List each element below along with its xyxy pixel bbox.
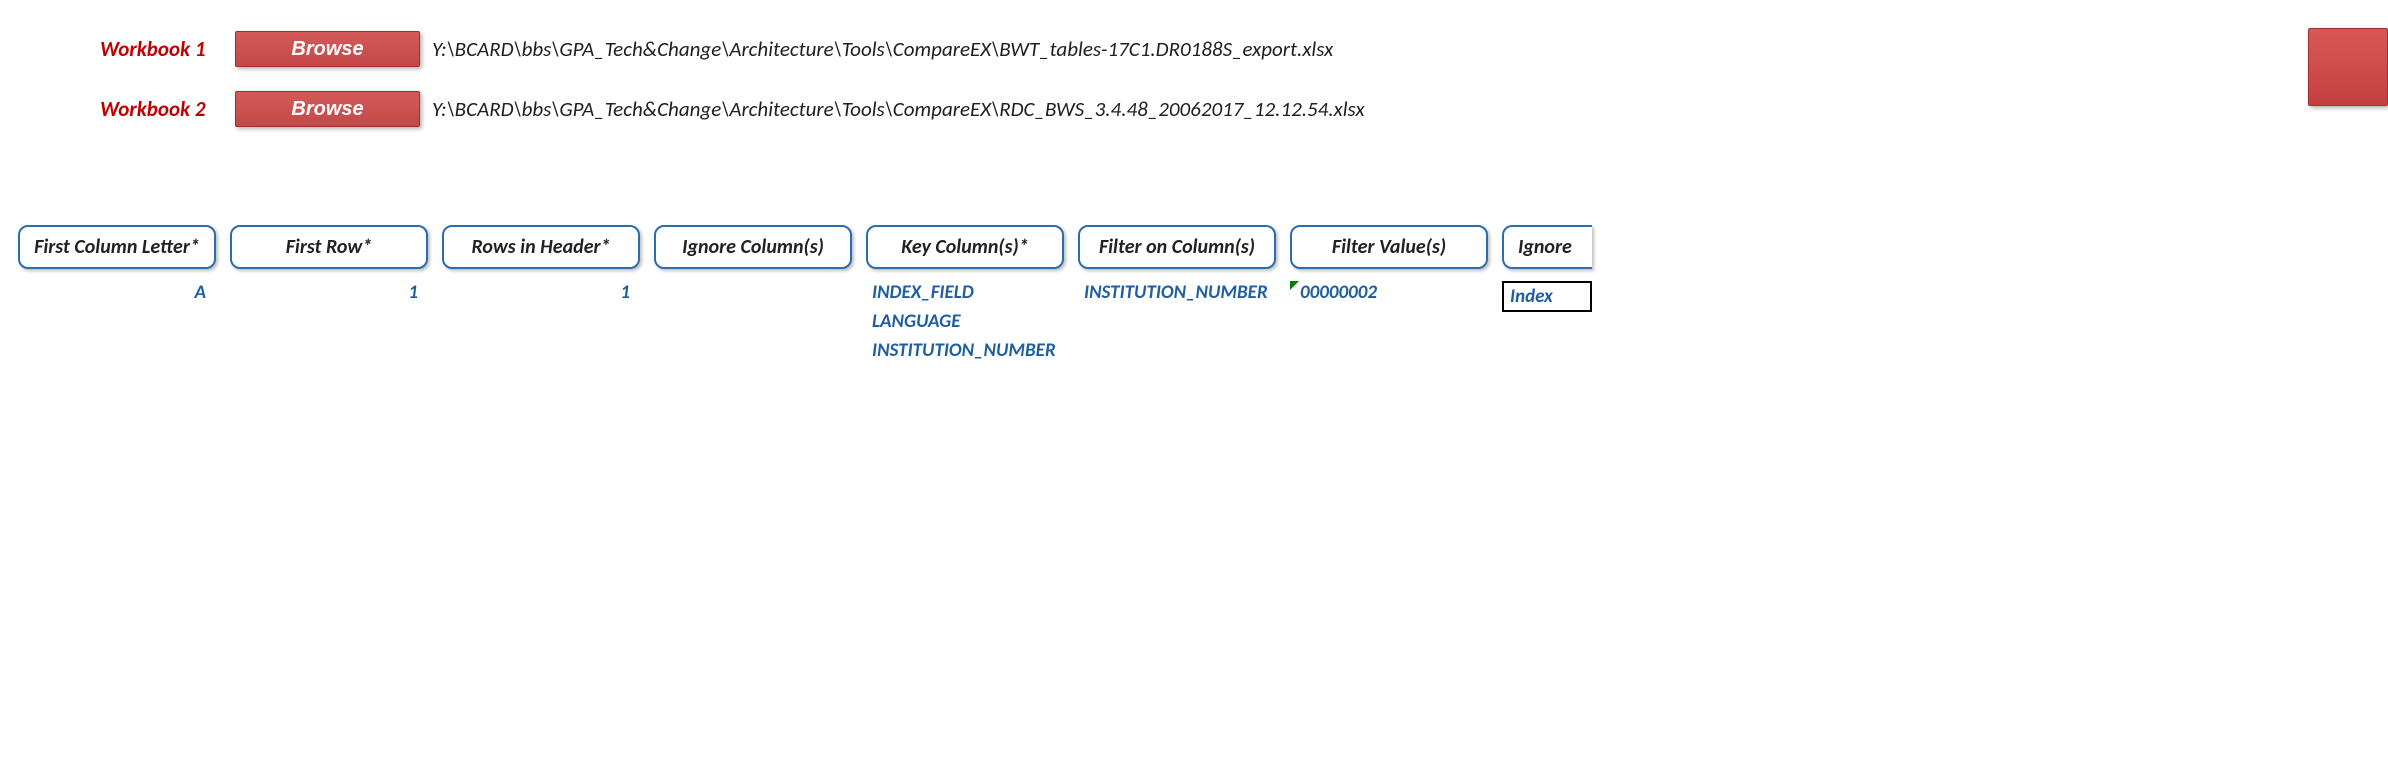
column-key-columns: Key Column(s)* INDEX_FIELD LANGUAGE INST…: [866, 225, 1064, 362]
workbook1-path: Y:\BCARD\bbs\GPA_Tech&Change\Architectur…: [432, 36, 1333, 62]
header-key-columns[interactable]: Key Column(s)*: [866, 225, 1064, 269]
workbook2-path: Y:\BCARD\bbs\GPA_Tech&Change\Architectur…: [432, 96, 1365, 122]
column-first-row: First Row* 1: [230, 225, 428, 304]
value-key-column-1[interactable]: LANGUAGE: [866, 310, 1064, 333]
header-filter-on-columns[interactable]: Filter on Column(s): [1078, 225, 1276, 269]
column-ignore-2: Ignore Index: [1502, 225, 1592, 312]
value-first-row[interactable]: 1: [230, 281, 428, 304]
browse-button-1[interactable]: Browse: [235, 31, 420, 67]
value-filter-values-text: 00000002: [1300, 281, 1377, 304]
header-filter-values[interactable]: Filter Value(s): [1290, 225, 1488, 269]
error-indicator-icon: [1290, 281, 1299, 290]
column-ignore-columns: Ignore Column(s): [654, 225, 852, 281]
workbook1-label: Workbook 1: [100, 36, 230, 62]
value-filter-values[interactable]: 00000002: [1290, 281, 1488, 307]
header-first-column-letter[interactable]: First Column Letter*: [18, 225, 216, 269]
header-ignore-columns[interactable]: Ignore Column(s): [654, 225, 852, 269]
value-ignore-2: Index: [1510, 285, 1553, 308]
workbook-section: Workbook 1 Browse Y:\BCARD\bbs\GPA_Tech&…: [0, 0, 2388, 128]
value-first-column-letter[interactable]: A: [18, 281, 216, 304]
column-filter-values: Filter Value(s) 00000002: [1290, 225, 1488, 307]
value-key-column-2[interactable]: INSTITUTION_NUMBER: [866, 339, 1064, 362]
value-filter-on-columns[interactable]: INSTITUTION_NUMBER: [1078, 281, 1276, 304]
header-first-row[interactable]: First Row*: [230, 225, 428, 269]
header-rows-in-header[interactable]: Rows in Header*: [442, 225, 640, 269]
columns-section: First Column Letter* A First Row* 1 Rows…: [0, 150, 2388, 362]
workbook2-label: Workbook 2: [100, 96, 230, 122]
header-ignore-2[interactable]: Ignore: [1502, 225, 1592, 269]
column-rows-in-header: Rows in Header* 1: [442, 225, 640, 304]
column-first-letter: First Column Letter* A: [18, 225, 216, 304]
workbook1-row: Workbook 1 Browse Y:\BCARD\bbs\GPA_Tech&…: [100, 30, 2388, 68]
column-filter-on-columns: Filter on Column(s) INSTITUTION_NUMBER: [1078, 225, 1276, 304]
selected-cell-ignore2[interactable]: Index: [1502, 281, 1592, 312]
browse-button-2[interactable]: Browse: [235, 91, 420, 127]
value-key-column-0[interactable]: INDEX_FIELD: [866, 281, 1064, 304]
workbook2-row: Workbook 2 Browse Y:\BCARD\bbs\GPA_Tech&…: [100, 90, 2388, 128]
action-button[interactable]: [2308, 28, 2388, 106]
value-rows-in-header[interactable]: 1: [442, 281, 640, 304]
